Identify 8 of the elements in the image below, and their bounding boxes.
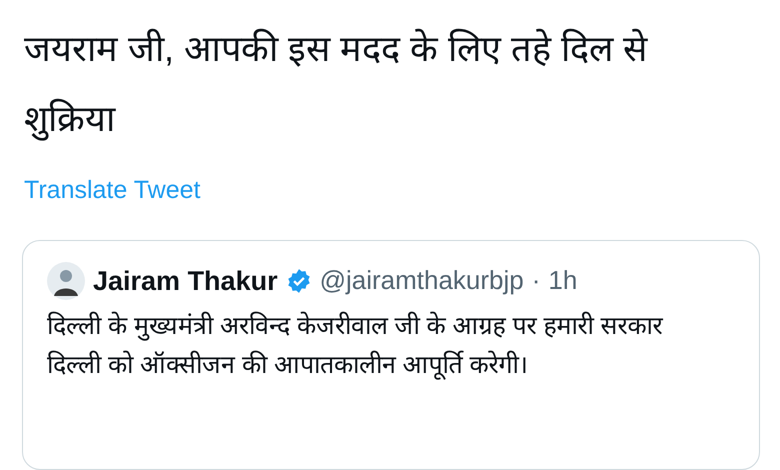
- avatar-icon: [47, 262, 85, 300]
- quoted-tweet-text: दिल्ली के मुख्यमंत्री अरविन्द केजरीवाल जी के आग्रह पर हमारी सरकार दिल्ली को ऑक्सीजन की आपातकालीन आपूर्ति करेगी।: [47, 310, 664, 382]
- tweet-time: 1h: [548, 264, 578, 298]
- quoted-tweet-card[interactable]: Jairam Thakur @jairamthakurbjp · 1h दिल्ली के मुख्यमंत्री अरविन्द केजरीवाल जी के आग्रह पर हमारी सरकार दिल्ली को ऑक्सीजन की आपातकालीन आपूर्ति करेगी।: [22, 240, 760, 470]
- author-handle: @jairamthakurbjp: [320, 264, 524, 298]
- separator-dot: ·: [532, 264, 540, 298]
- author-name: Jairam Thakur: [93, 264, 278, 298]
- tweet-text: जयराम जी, आपकी इस मदद के लिए तहे दिल से शुक्रिया: [24, 27, 649, 143]
